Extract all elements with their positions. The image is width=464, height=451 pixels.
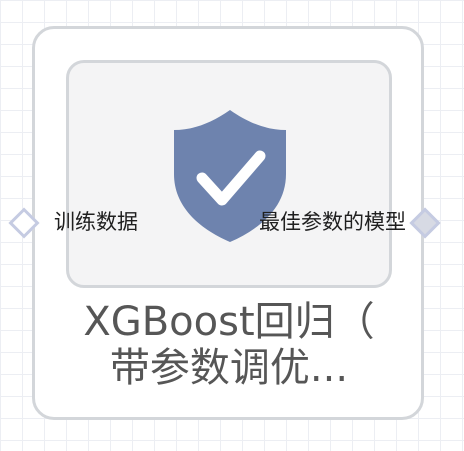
node-title-line-2: 带参数调优...	[109, 345, 349, 391]
output-port-label: 最佳参数的模型	[259, 210, 406, 234]
input-port-label: 训练数据	[54, 210, 138, 234]
node-title-line-1: XGBoost回归（	[83, 299, 375, 345]
node-title: XGBoost回归（ 带参数调优...	[40, 299, 418, 391]
